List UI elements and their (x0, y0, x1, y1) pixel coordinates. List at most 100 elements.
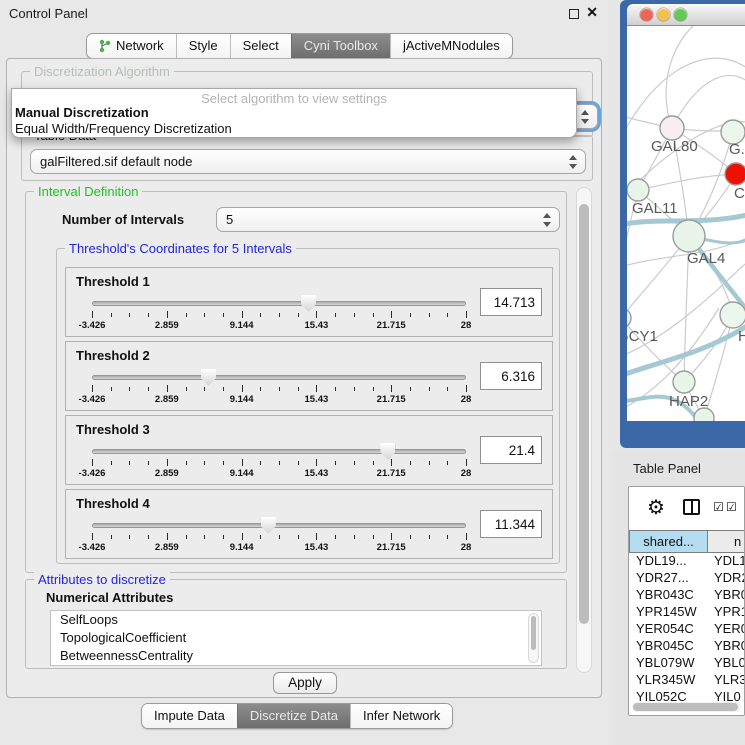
tick-label: 15.43 (305, 320, 329, 331)
table-row[interactable]: YBR043CYBR0 (629, 587, 744, 604)
table-row[interactable]: YPR145WYPR1 (629, 604, 744, 621)
threshold-value-field[interactable]: 6.316 (480, 362, 542, 390)
table-row[interactable]: YBR045CYBR0 (629, 638, 744, 655)
close-icon[interactable]: ✕ (586, 4, 598, 21)
cell-name: YLR3 (708, 672, 744, 689)
zoom-traffic-light-icon[interactable] (674, 8, 687, 21)
gear-icon[interactable]: ⚙ (647, 495, 665, 520)
checkbox-icon[interactable]: ☑ (713, 500, 724, 514)
float-window-icon[interactable] (569, 9, 579, 19)
slider-track[interactable] (92, 449, 466, 454)
tab-jactivemnodules[interactable]: jActiveMNodules (390, 34, 512, 58)
network-node-gcy1[interactable] (627, 308, 631, 328)
table-horizontal-scrollbar[interactable] (632, 702, 741, 712)
tick-label: 9.144 (230, 542, 254, 553)
attributes-scrollbar-thumb[interactable] (531, 616, 536, 650)
network-edge (638, 174, 736, 190)
tick-mark (354, 461, 355, 465)
network-node-h[interactable] (720, 302, 745, 328)
tick-mark (354, 313, 355, 317)
tab-style[interactable]: Style (176, 34, 230, 58)
attribute-item[interactable]: SelfLoops (51, 611, 541, 629)
tick-label: 9.144 (230, 394, 254, 405)
slider-ticks (92, 459, 466, 467)
minimize-traffic-light-icon[interactable] (657, 8, 670, 21)
threshold-slider[interactable]: -3.4262.8599.14415.4321.71528 (92, 368, 466, 408)
combo-arrows-icon (580, 109, 590, 125)
table-row[interactable]: YDL19...YDL1 (629, 553, 744, 570)
network-node-label: GAL11 (632, 200, 678, 217)
tick-mark (260, 461, 261, 465)
tick-mark (129, 313, 130, 317)
slider-thumb[interactable] (380, 443, 395, 460)
network-node-c[interactable] (725, 163, 745, 185)
attribute-item[interactable]: TopologicalCoefficient (51, 629, 541, 647)
tick-label: 21.715 (377, 394, 406, 405)
mode-tab-discretize-data[interactable]: Discretize Data (237, 704, 350, 728)
attribute-item[interactable]: BetweennessCentrality (51, 647, 541, 665)
number-of-intervals-combobox[interactable]: 5 (216, 207, 560, 232)
network-node-gal11[interactable] (627, 179, 649, 201)
table-data-combobox[interactable]: galFiltered.sif default node (30, 149, 586, 174)
tick-mark (373, 387, 374, 391)
column-header-shared-name[interactable]: shared... (629, 530, 708, 553)
algorithm-dropdown-popup: Select algorithm to view settings Manual… (11, 88, 577, 138)
network-node-gal80[interactable] (660, 116, 684, 140)
network-node-label: G. (729, 141, 745, 158)
column-header-name[interactable]: n (708, 530, 744, 553)
slider-track[interactable] (92, 375, 466, 380)
threshold-slider[interactable]: -3.4262.8599.14415.4321.71528 (92, 442, 466, 482)
table-scrollbar-thumb[interactable] (633, 703, 738, 711)
table-panel: Table Panel ⚙ ☑ ☑ shared... n YDL19...YD… (612, 450, 745, 745)
tick-mark (316, 459, 317, 466)
attributes-scrollbar[interactable] (528, 613, 539, 663)
split-columns-icon[interactable] (683, 499, 700, 515)
checkbox-icon[interactable]: ☑ (726, 500, 737, 514)
threshold-value-field[interactable]: 21.4 (480, 436, 542, 464)
slider-scale-labels: -3.4262.8599.14415.4321.71528 (92, 468, 466, 480)
settings-scrollbar[interactable] (576, 187, 592, 673)
table-row[interactable]: YBL079WYBL0 (629, 655, 744, 672)
tick-mark (391, 311, 392, 318)
threshold-slider[interactable]: -3.4262.8599.14415.4321.71528 (92, 516, 466, 556)
network-canvas[interactable]: GAL80G.CGAL11GAL4GCY1HHAP2 (627, 26, 745, 421)
tick-mark (335, 387, 336, 391)
slider-thumb[interactable] (301, 295, 316, 312)
tick-mark (204, 461, 205, 465)
threshold-panel: Threshold 1-3.4262.8599.14415.4321.71528… (65, 267, 553, 337)
slider-track[interactable] (92, 523, 466, 528)
table-row[interactable]: YDR27...YDR2 (629, 570, 744, 587)
numerical-attributes-label: Numerical Attributes (46, 590, 173, 605)
slider-thumb[interactable] (201, 369, 216, 386)
tick-mark (447, 535, 448, 539)
mode-tab-impute-data[interactable]: Impute Data (142, 704, 237, 728)
network-view-window: GAL80G.CGAL11GAL4GCY1HHAP2 (620, 0, 745, 448)
network-node-hap2[interactable] (673, 371, 695, 393)
tick-mark (316, 385, 317, 392)
attributes-group: Attributes to discretize Numerical Attri… (25, 579, 567, 669)
slider-track[interactable] (92, 301, 466, 306)
tick-mark (260, 535, 261, 539)
network-node-label: H (738, 328, 745, 345)
dropdown-option[interactable]: Equal Width/Frequency Discretization (12, 121, 576, 137)
threshold-slider[interactable]: -3.4262.8599.14415.4321.71528 (92, 294, 466, 334)
tab-cyni-toolbox[interactable]: Cyni Toolbox (291, 34, 390, 58)
tab-label: Network (116, 38, 164, 53)
network-node-gal4[interactable] (673, 220, 705, 252)
mode-tab-infer-network[interactable]: Infer Network (350, 704, 452, 728)
tab-select[interactable]: Select (230, 34, 291, 58)
apply-button[interactable]: Apply (273, 672, 337, 694)
settings-scrollbar-thumb[interactable] (579, 204, 589, 624)
threshold-value-field[interactable]: 11.344 (480, 510, 542, 538)
tick-mark (391, 459, 392, 466)
tick-mark (466, 311, 467, 318)
threshold-value-field[interactable]: 14.713 (480, 288, 542, 316)
tick-mark (260, 313, 261, 317)
slider-thumb[interactable] (261, 517, 276, 534)
close-traffic-light-icon[interactable] (640, 8, 653, 21)
tab-network[interactable]: Network (87, 34, 176, 58)
table-row[interactable]: YLR345WYLR3 (629, 672, 744, 689)
table-row[interactable]: YER054CYER0 (629, 621, 744, 638)
tick-mark (373, 313, 374, 317)
dropdown-option[interactable]: Manual Discretization (12, 105, 576, 121)
